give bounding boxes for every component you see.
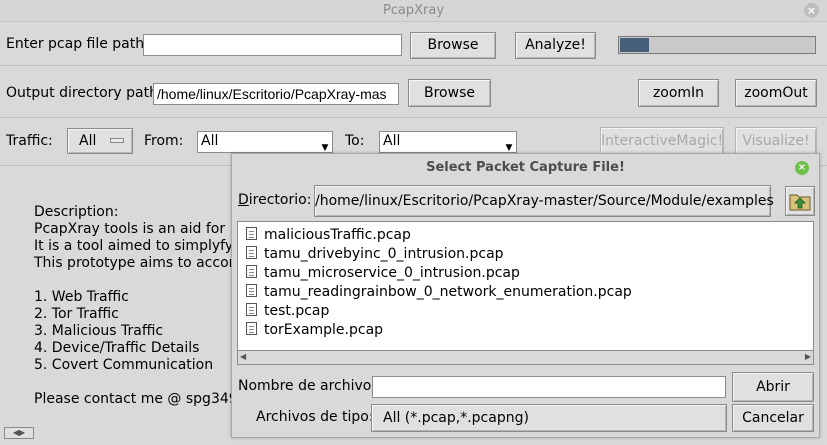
input-row: Enter pcap file path: Browse Analyze! [0, 23, 827, 66]
scroll-left-icon[interactable]: ◀ [240, 352, 246, 361]
filetype-menu-button[interactable]: All (*.pcap,*.pcapng) [371, 404, 727, 432]
output-dir-label: Output directory path: [6, 85, 163, 101]
file-name: tamu_readingrainbow_0_network_enumeratio… [264, 284, 632, 300]
open-button-label: Abrir [756, 379, 790, 395]
to-value: All [383, 133, 401, 149]
dialog-close-icon[interactable]: × [795, 161, 809, 175]
description-line: PcapXray tools is an aid for Ne [34, 221, 249, 237]
file-icon [246, 227, 257, 240]
file-icon [246, 246, 257, 259]
description-line: 2. Tor Traffic [34, 306, 119, 322]
list-item[interactable]: tamu_readingrainbow_0_network_enumeratio… [246, 284, 632, 303]
description-line [34, 374, 252, 391]
file-list[interactable]: maliciousTraffic.pcap tamu_drivebyinc_0_… [237, 221, 814, 365]
up-directory-button[interactable] [785, 186, 815, 216]
pcap-path-label: Enter pcap file path: [6, 36, 149, 52]
horizontal-scroll-arrows-icon[interactable]: ◀▶ [4, 427, 34, 439]
file-icon [246, 322, 257, 335]
list-item[interactable]: torExample.pcap [246, 322, 383, 341]
from-value: All [201, 133, 219, 149]
list-item[interactable]: test.pcap [246, 303, 329, 322]
pcap-browse-button[interactable]: Browse [410, 32, 496, 59]
file-icon [246, 265, 257, 278]
dropdown-arrow-icon[interactable]: ▼ [504, 135, 514, 153]
output-browse-button[interactable]: Browse [408, 79, 491, 107]
progress-fill [620, 38, 649, 52]
list-item[interactable]: tamu_microservice_0_intrusion.pcap [246, 265, 520, 284]
dropdown-arrow-icon[interactable]: ▼ [320, 135, 330, 153]
list-item[interactable]: maliciousTraffic.pcap [246, 227, 411, 246]
file-icon [246, 284, 257, 297]
to-combobox[interactable]: All ▼ [379, 131, 517, 153]
output-row: Output directory path: Browse zoomIn zoo… [0, 67, 827, 118]
from-label: From: [144, 133, 184, 149]
analysis-progress-bar [618, 36, 816, 54]
from-combobox[interactable]: All ▼ [197, 131, 333, 153]
description-line: 1. Web Traffic [34, 289, 129, 305]
close-icon[interactable]: × [804, 3, 819, 18]
filename-label: Nombre de archivo: [238, 378, 377, 394]
filename-input[interactable] [372, 376, 726, 398]
to-label: To: [345, 133, 365, 149]
file-dialog: Select Packet Capture File! × Directorio… [231, 153, 820, 438]
dialog-title: Select Packet Capture File! [426, 160, 625, 175]
file-name: maliciousTraffic.pcap [264, 227, 411, 243]
directory-menu-button[interactable]: /home/linux/Escritorio/PcapXray-master/S… [314, 185, 774, 217]
traffic-value: All [79, 133, 97, 149]
zoom-in-button[interactable]: zoomIn [638, 79, 719, 107]
description-line: It is a tool aimed to simplyfy t [34, 238, 244, 254]
description-line: 4. Device/Traffic Details [34, 340, 200, 356]
output-dir-input[interactable] [153, 83, 399, 105]
zoom-out-button[interactable]: zoomOut [735, 79, 817, 107]
cancel-button[interactable]: Cancelar [732, 404, 814, 432]
window-title: PcapXray [382, 3, 445, 18]
visualize-button[interactable]: Visualize! [735, 127, 817, 155]
scroll-right-icon[interactable]: ▶ [805, 352, 811, 361]
description-text: Description: PcapXray tools is an aid fo… [34, 204, 252, 408]
description-line: 3. Malicious Traffic [34, 323, 164, 339]
description-line: Please contact me @ spg349@ [34, 391, 252, 407]
directory-label-rest: irectorio: [248, 192, 312, 208]
interactive-magic-button[interactable]: InteractiveMagic! [600, 127, 724, 155]
traffic-label: Traffic: [6, 133, 53, 149]
filetype-label: Archivos de tipo: [256, 409, 374, 425]
title-bar: PcapXray × [0, 0, 827, 22]
menu-indicator-icon [110, 138, 124, 143]
analyze-button[interactable]: Analyze! [515, 32, 596, 59]
description-line [34, 272, 252, 289]
file-icon [246, 303, 257, 316]
traffic-menu-button[interactable]: All [67, 128, 133, 154]
description-line: Description: [34, 204, 119, 220]
directory-label: Directorio: [238, 192, 312, 208]
pcap-path-input[interactable] [143, 34, 402, 56]
folder-up-icon [789, 194, 811, 211]
open-button[interactable]: Abrir [732, 372, 814, 402]
file-list-scrollbar[interactable]: ◀ ▶ [238, 350, 813, 364]
file-name: tamu_drivebyinc_0_intrusion.pcap [264, 246, 504, 262]
file-name: tamu_microservice_0_intrusion.pcap [264, 265, 520, 281]
file-name: torExample.pcap [264, 322, 384, 338]
list-item[interactable]: tamu_drivebyinc_0_intrusion.pcap [246, 246, 504, 265]
description-line: This prototype aims to accomp [34, 255, 252, 271]
description-line: 5. Covert Communication [34, 357, 214, 373]
file-name: test.pcap [264, 303, 330, 319]
